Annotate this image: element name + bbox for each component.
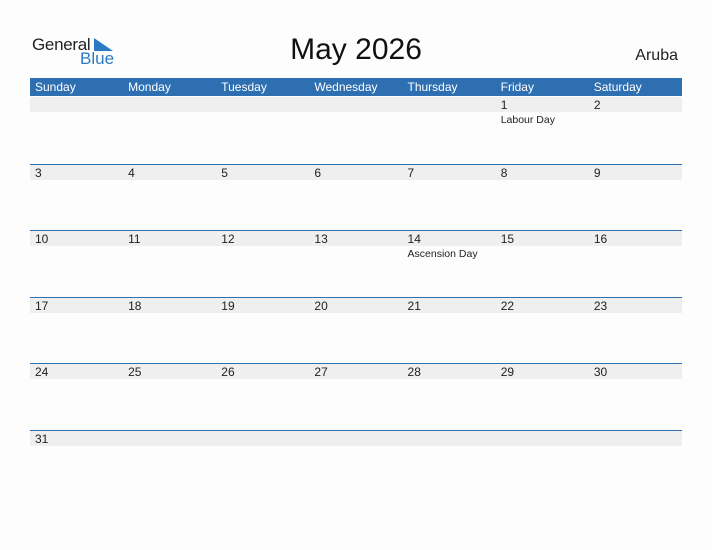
day-number: 4 (128, 166, 135, 180)
week-row: 24 25 26 27 28 29 30 (30, 363, 682, 430)
day-number: 14 (407, 232, 421, 246)
day-number: 23 (593, 299, 608, 313)
day-number: 11 (128, 232, 141, 246)
day-cell[interactable]: 31 (30, 431, 123, 497)
week-row: 1 Labour Day 2 (30, 97, 682, 163)
day-cell[interactable]: 5 (216, 165, 309, 231)
day-cell (216, 431, 309, 497)
day-number: 8 (500, 166, 508, 180)
day-cell[interactable]: 17 (30, 298, 123, 364)
day-cell[interactable]: 23 (589, 298, 682, 364)
day-number: 15 (500, 232, 515, 246)
day-number: 25 (128, 365, 142, 379)
day-number: 27 (314, 365, 328, 379)
day-cell[interactable]: 29 (496, 364, 589, 430)
day-cell[interactable]: 27 (309, 364, 402, 430)
country-label: Aruba (635, 47, 678, 64)
day-number: 30 (593, 365, 608, 379)
day-cell[interactable]: 14 Ascension Day (403, 231, 496, 297)
day-cell[interactable]: 30 (589, 364, 682, 430)
day-number: 7 (407, 166, 415, 180)
weekday-thursday: Thursday (407, 80, 458, 94)
day-cell[interactable]: 19 (216, 298, 309, 364)
day-number: 21 (407, 299, 421, 313)
day-cell[interactable]: 2 (589, 97, 682, 163)
day-cell[interactable]: 15 (496, 231, 589, 297)
day-number: 13 (314, 232, 328, 246)
day-number: 26 (221, 365, 235, 379)
weekday-header: Sunday Monday Tuesday Wednesday Thursday… (30, 78, 682, 96)
day-cell[interactable]: 16 (589, 231, 682, 297)
day-cell (123, 431, 216, 497)
weekday-sunday: Sunday (35, 80, 76, 94)
day-cell[interactable]: 3 (30, 165, 123, 231)
holiday-label: Labour Day (500, 114, 555, 126)
day-cell[interactable]: 26 (216, 364, 309, 430)
day-number: 2 (593, 98, 601, 112)
weekday-tuesday: Tuesday (221, 80, 267, 94)
day-cell[interactable]: 9 (589, 165, 682, 231)
day-number: 16 (593, 232, 608, 246)
day-number: 17 (35, 299, 49, 313)
day-cell[interactable]: 21 (403, 298, 496, 364)
week-row: 17 18 19 20 21 22 23 (30, 297, 682, 364)
weekday-monday: Monday (128, 80, 171, 94)
day-cell (589, 431, 682, 497)
day-number: 31 (35, 432, 49, 446)
day-cell[interactable]: 13 (309, 231, 402, 297)
day-number: 20 (314, 299, 328, 313)
page-title: May 2026 (290, 33, 422, 66)
week-row: 10 11 12 13 14 Ascension Day 15 16 (30, 230, 682, 297)
holiday-label: Ascension Day (407, 248, 478, 260)
day-cell (123, 97, 216, 163)
day-cell (309, 97, 402, 163)
day-number: 1 (500, 98, 508, 112)
day-number: 28 (407, 365, 421, 379)
weekday-friday: Friday (500, 80, 534, 94)
weekday-saturday: Saturday (593, 80, 642, 94)
day-cell[interactable]: 22 (496, 298, 589, 364)
day-number: 5 (221, 166, 228, 180)
week-row: 3 4 5 6 7 8 9 (30, 164, 682, 231)
day-cell[interactable]: 20 (309, 298, 402, 364)
week-row: 31 (30, 430, 682, 497)
day-cell[interactable]: 28 (403, 364, 496, 430)
day-cell (309, 431, 402, 497)
day-cell[interactable]: 25 (123, 364, 216, 430)
day-cell (30, 97, 123, 163)
day-cell[interactable]: 8 (496, 165, 589, 231)
day-number: 9 (593, 166, 601, 180)
day-number: 3 (35, 166, 42, 180)
day-number: 10 (35, 232, 49, 246)
day-cell[interactable]: 11 (123, 231, 216, 297)
day-cell (216, 97, 309, 163)
weekday-wednesday: Wednesday (314, 80, 378, 94)
day-number: 19 (221, 299, 235, 313)
day-cell[interactable]: 7 (403, 165, 496, 231)
day-number: 18 (128, 299, 142, 313)
day-cell (403, 431, 496, 497)
day-cell[interactable]: 4 (123, 165, 216, 231)
day-number: 29 (500, 365, 515, 379)
day-cell[interactable]: 18 (123, 298, 216, 364)
day-cell[interactable]: 24 (30, 364, 123, 430)
day-number: 12 (221, 232, 235, 246)
day-number: 6 (314, 166, 322, 180)
day-number: 22 (500, 299, 515, 313)
day-cell[interactable]: 1 Labour Day (496, 97, 589, 163)
day-cell[interactable]: 12 (216, 231, 309, 297)
day-cell (403, 97, 496, 163)
day-cell (496, 431, 589, 497)
day-number: 24 (35, 365, 49, 379)
day-cell[interactable]: 10 (30, 231, 123, 297)
day-cell[interactable]: 6 (309, 165, 402, 231)
